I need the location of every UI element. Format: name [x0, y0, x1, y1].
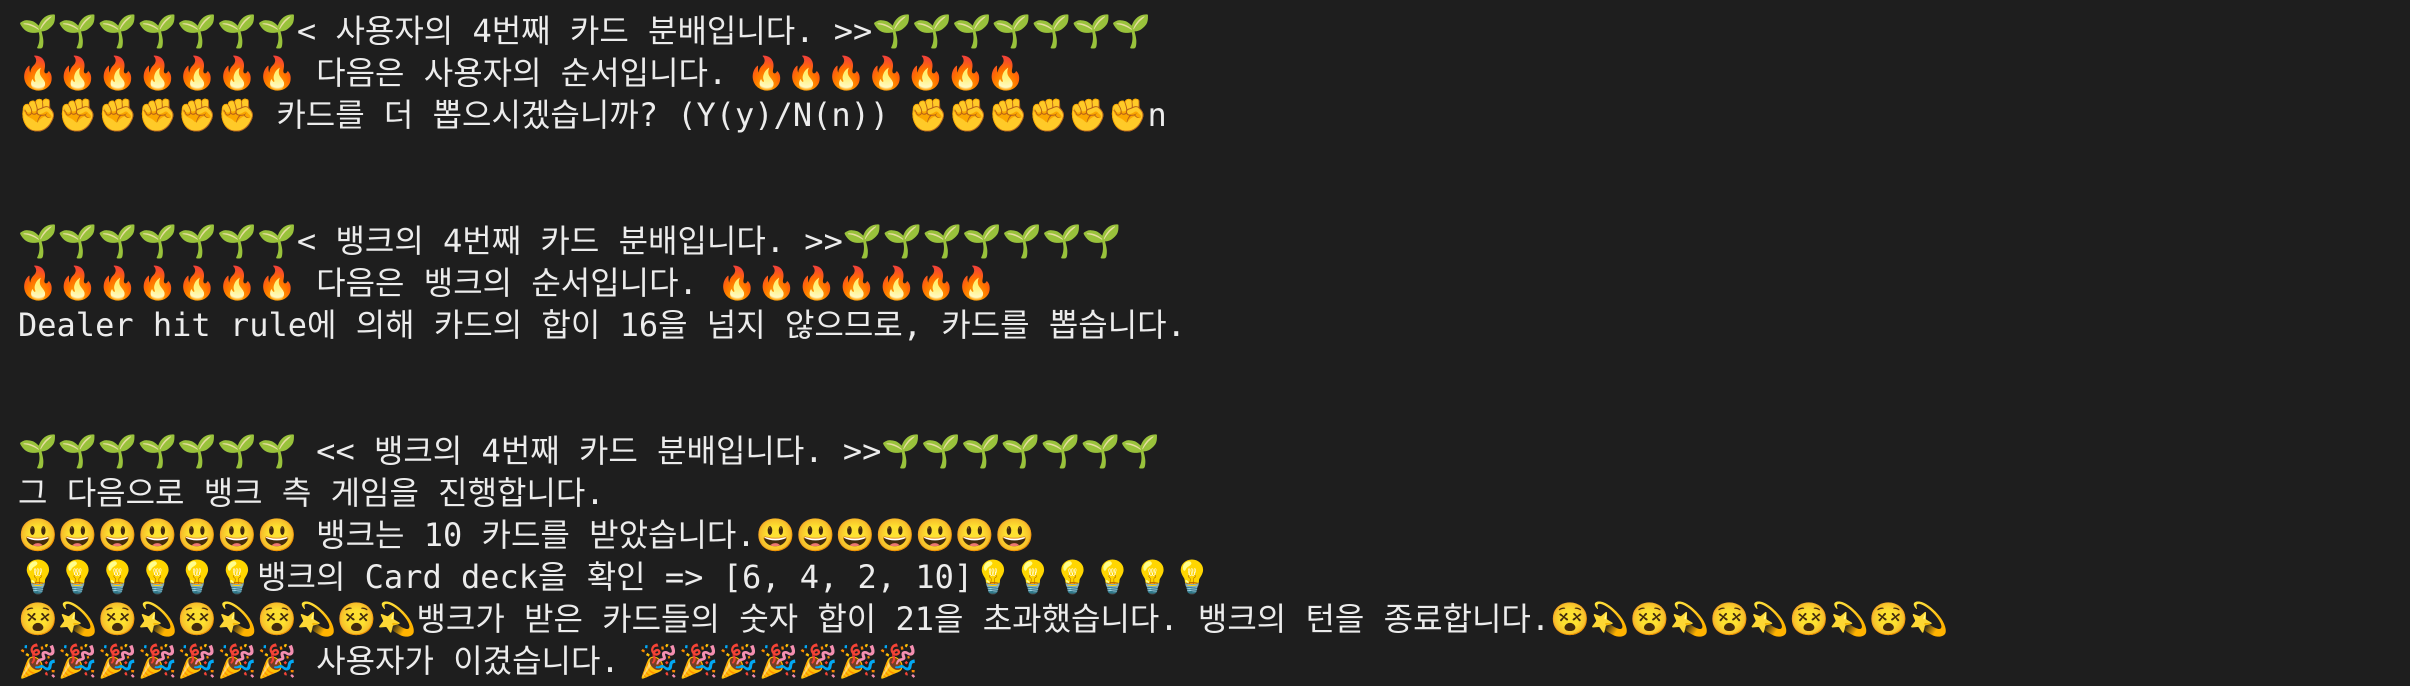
terminal-line-bank-bust: 😵💫😵💫😵💫😵💫😵💫뱅크가 받은 카드들의 숫자 합이 21을 초과했습니다. …: [18, 600, 1949, 638]
terminal-line-bank-card-deal-2: 🌱🌱🌱🌱🌱🌱🌱 << 뱅크의 4번째 카드 분배입니다. >>🌱🌱🌱🌱🌱🌱🌱: [18, 432, 1161, 470]
terminal-line-dealer-hit-rule: Dealer hit rule에 의해 카드의 합이 16을 넘지 않으므로, …: [18, 306, 1186, 344]
terminal-line-draw-prompt: ✊✊✊✊✊✊ 카드를 더 뽑으시겠습니까? (Y(y)/N(n)) ✊✊✊✊✊✊…: [18, 96, 1167, 134]
terminal-line-user-card-deal: 🌱🌱🌱🌱🌱🌱🌱< 사용자의 4번째 카드 분배입니다. >>🌱🌱🌱🌱🌱🌱🌱: [18, 12, 1152, 50]
terminal-line-user-turn: 🔥🔥🔥🔥🔥🔥🔥 다음은 사용자의 순서입니다. 🔥🔥🔥🔥🔥🔥🔥: [18, 54, 1026, 92]
terminal-line-bank-game-progress: 그 다음으로 뱅크 측 게임을 진행합니다.: [18, 474, 605, 512]
terminal-line-bank-card-deck: 💡💡💡💡💡💡뱅크의 Card deck을 확인 => [6, 4, 2, 10]…: [18, 558, 1213, 596]
terminal-line-bank-card-deal: 🌱🌱🌱🌱🌱🌱🌱< 뱅크의 4번째 카드 분배입니다. >>🌱🌱🌱🌱🌱🌱🌱: [18, 222, 1122, 260]
terminal-line-bank-received-card: 😃😃😃😃😃😃😃 뱅크는 10 카드를 받았습니다.😃😃😃😃😃😃😃: [18, 516, 1035, 554]
terminal-line-user-wins: 🎉🎉🎉🎉🎉🎉🎉 사용자가 이겼습니다. 🎉🎉🎉🎉🎉🎉🎉: [18, 642, 918, 680]
terminal-line-bank-turn: 🔥🔥🔥🔥🔥🔥🔥 다음은 뱅크의 순서입니다. 🔥🔥🔥🔥🔥🔥🔥: [18, 264, 996, 302]
terminal-output[interactable]: 🌱🌱🌱🌱🌱🌱🌱< 사용자의 4번째 카드 분배입니다. >>🌱🌱🌱🌱🌱🌱🌱 🔥🔥…: [0, 0, 2410, 686]
